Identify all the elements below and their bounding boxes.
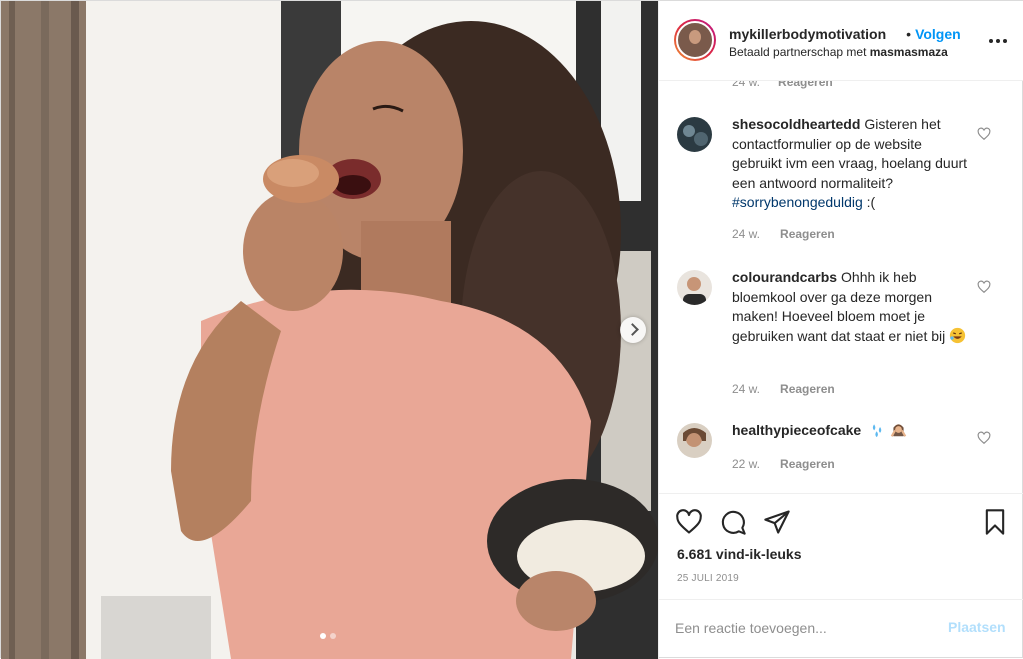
post-photo[interactable]: [1, 1, 658, 659]
reply-button[interactable]: Reageren: [780, 382, 835, 396]
paid-partnership-label: Betaald partnerschap met masmasmaza: [729, 45, 948, 59]
follow-button[interactable]: Volgen: [915, 26, 961, 42]
partner-name-link[interactable]: masmasmaza: [870, 45, 948, 59]
comment-meta: 22 w. Reageren: [732, 457, 835, 471]
commenter-username[interactable]: healthypieceofcake: [732, 422, 861, 438]
reply-button[interactable]: Reageren: [778, 81, 833, 89]
reply-button[interactable]: Reageren: [780, 457, 835, 471]
comment-meta: 24 w. Reageren: [732, 382, 835, 396]
like-comment-heart-icon[interactable]: [977, 431, 991, 445]
share-icon[interactable]: [763, 508, 791, 536]
comment-text: colourandcarbs Ohhh ik heb bloemkool over…: [732, 268, 968, 346]
commenter-username[interactable]: colourandcarbs: [732, 269, 837, 285]
carousel-dot: [330, 633, 336, 639]
comment-meta: 24 w. Reageren: [732, 227, 835, 241]
bookmark-icon[interactable]: [981, 508, 1009, 536]
comment-meta: 24 w. Reageren: [732, 81, 833, 89]
post-comment-button[interactable]: Plaatsen: [948, 619, 1006, 635]
carousel-indicator: [320, 633, 336, 639]
heart-icon[interactable]: [675, 508, 703, 536]
like-comment-heart-icon[interactable]: [977, 280, 991, 294]
post-actions: 6.681 vind-ik-leuks 25 JULI 2019: [659, 493, 1023, 613]
comments-list[interactable]: 24 w. Reageren shesocoldheartedd Gisteren…: [659, 81, 1023, 493]
next-photo-button[interactable]: [620, 317, 646, 343]
comment-input[interactable]: [675, 616, 935, 640]
person-gesturing-emoji-icon: [890, 424, 907, 437]
more-options-icon[interactable]: [986, 33, 1010, 49]
laughing-emoji-icon: [949, 327, 966, 343]
like-comment-heart-icon[interactable]: [977, 127, 991, 141]
hashtag-link[interactable]: #sorrybenongeduldig: [732, 194, 863, 210]
post-image: [1, 1, 658, 659]
reply-button[interactable]: Reageren: [780, 227, 835, 241]
comment-icon[interactable]: [719, 508, 747, 536]
comment-time: 24 w.: [732, 382, 761, 396]
comment-text: shesocoldheartedd Gisteren het contactfor…: [732, 115, 968, 213]
sweat-droplets-emoji-icon: [872, 424, 882, 438]
instagram-post-modal: mykillerbodymotivation • Volgen Betaald …: [0, 0, 1023, 659]
post-sidebar: mykillerbodymotivation • Volgen Betaald …: [658, 1, 1023, 659]
post-header: mykillerbodymotivation • Volgen Betaald …: [659, 1, 1023, 81]
commenter-avatar[interactable]: [677, 270, 712, 305]
comment-time: 22 w.: [732, 457, 761, 471]
comment-suffix: :(: [866, 194, 876, 210]
add-comment-bar: Plaatsen: [659, 599, 1023, 659]
post-date: 25 JULI 2019: [677, 573, 739, 584]
author-avatar[interactable]: [674, 19, 716, 61]
comment-time: 24 w.: [732, 227, 761, 241]
verified-badge-icon: [893, 29, 899, 39]
comment-time: 24 w.: [732, 81, 761, 89]
likes-count[interactable]: 6.681 vind-ik-leuks: [677, 546, 802, 562]
header-title-row: mykillerbodymotivation • Volgen: [729, 26, 961, 42]
commenter-avatar[interactable]: [677, 423, 712, 458]
partnership-prefix: Betaald partnerschap met: [729, 45, 867, 59]
comment-text: healthypieceofcake: [732, 421, 968, 441]
author-username[interactable]: mykillerbodymotivation: [729, 26, 886, 42]
carousel-dot-active: [320, 633, 326, 639]
separator-bullet: •: [906, 26, 912, 42]
commenter-avatar[interactable]: [677, 117, 712, 152]
commenter-username[interactable]: shesocoldheartedd: [732, 116, 860, 132]
